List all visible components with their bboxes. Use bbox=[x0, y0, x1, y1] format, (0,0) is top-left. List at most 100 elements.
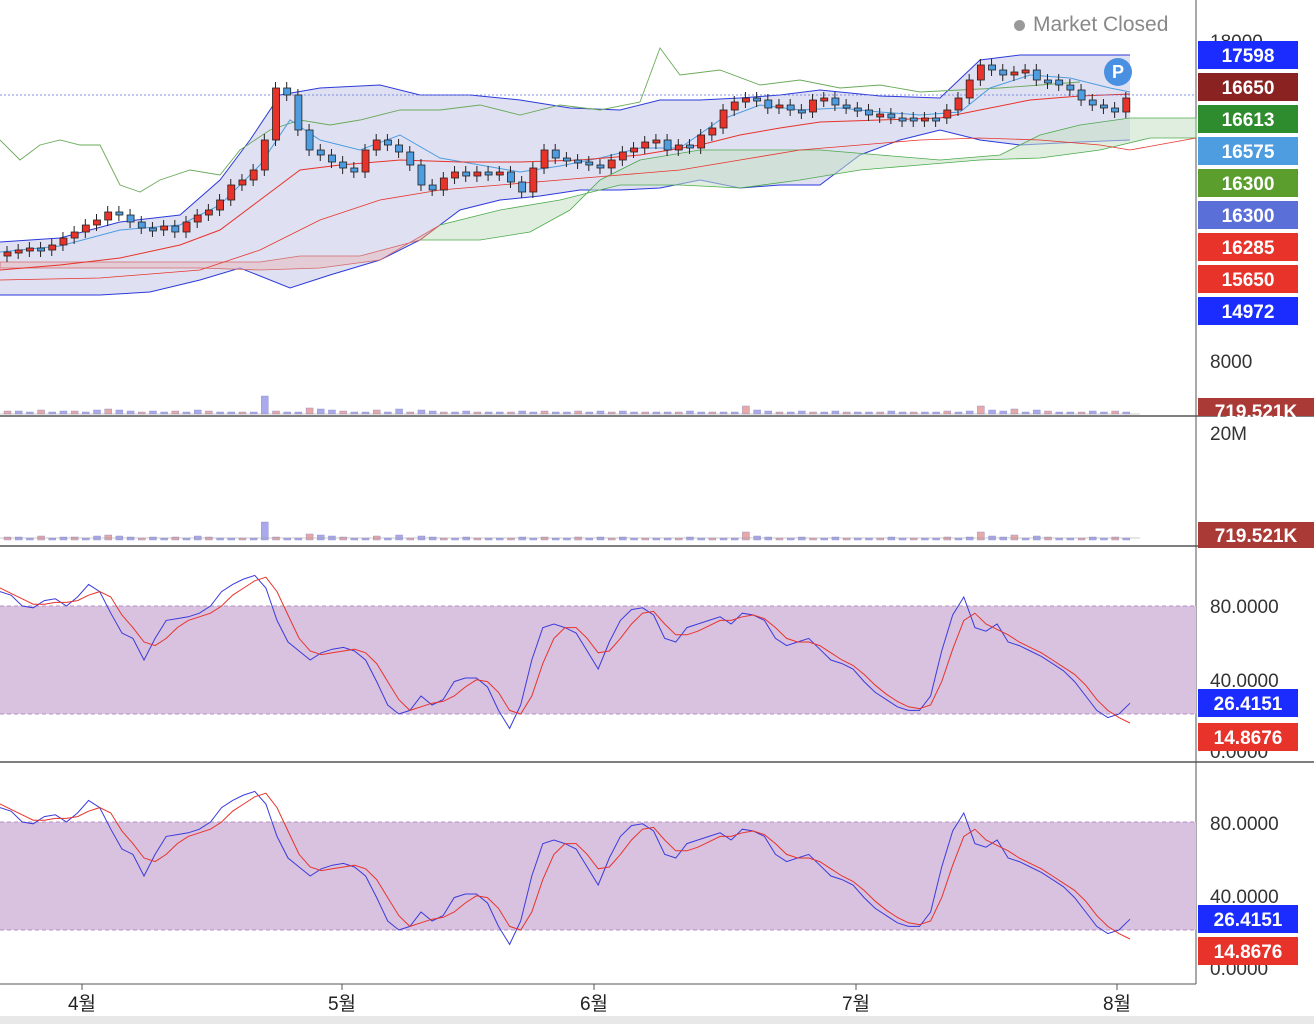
candle-body bbox=[853, 107, 862, 112]
volume-bar bbox=[619, 410, 627, 415]
price-tag-label-3: 16575 bbox=[1222, 142, 1275, 163]
candle-body bbox=[1021, 69, 1030, 74]
volume-panel-bar bbox=[205, 536, 213, 541]
volume-panel-bar bbox=[317, 534, 325, 541]
candle-body bbox=[428, 184, 437, 191]
volume-panel-bar bbox=[305, 533, 314, 541]
candle-body bbox=[1077, 89, 1086, 101]
candle-body bbox=[753, 97, 762, 102]
candle-body bbox=[451, 171, 459, 179]
candle-body bbox=[965, 79, 974, 99]
candle-body bbox=[439, 177, 448, 191]
candle-body bbox=[115, 211, 124, 216]
candle-body bbox=[518, 181, 527, 193]
volume-panel-bar bbox=[14, 536, 23, 541]
volume-bar bbox=[977, 405, 985, 415]
candle-body bbox=[809, 99, 817, 113]
candle-body bbox=[1122, 97, 1131, 113]
volume-bar bbox=[753, 409, 761, 415]
stoch-2-tag-label-0: 26.4151 bbox=[1214, 910, 1283, 931]
candle-body bbox=[876, 113, 885, 118]
status-dot-icon bbox=[1014, 19, 1025, 31]
volume-bar bbox=[943, 410, 952, 415]
candle-body bbox=[406, 151, 415, 166]
volume-bar bbox=[518, 410, 526, 415]
candle-body bbox=[260, 139, 269, 171]
volume-bar bbox=[887, 410, 896, 415]
volume-bar bbox=[1033, 409, 1041, 415]
candle-body bbox=[764, 99, 773, 109]
price-tick-8000: 8000 bbox=[1210, 352, 1252, 373]
volume-panel-bar bbox=[70, 536, 79, 541]
candle-body bbox=[775, 104, 784, 109]
volume-bar bbox=[104, 408, 112, 415]
candle-body bbox=[630, 147, 638, 153]
volume-bar bbox=[596, 410, 605, 415]
candle-body bbox=[204, 209, 213, 216]
volume-bar bbox=[428, 410, 437, 415]
volume-bar bbox=[965, 410, 974, 415]
stoch-1-tick-40: 40.0000 bbox=[1210, 671, 1279, 692]
volume-panel-bar bbox=[126, 536, 135, 541]
stock-chart[interactable]: 18000 8000 17598166501661316575163001630… bbox=[0, 0, 1314, 1024]
volume-panel-bar bbox=[104, 534, 112, 541]
volume-panel-bar bbox=[272, 536, 280, 541]
candle-body bbox=[193, 214, 202, 223]
volume-bar bbox=[373, 409, 381, 415]
volume-bar bbox=[70, 410, 79, 415]
candle-body bbox=[137, 221, 146, 229]
volume-panel-bar bbox=[965, 536, 974, 541]
candle-body bbox=[1111, 107, 1120, 113]
volume-panel-tag-label: 719.521K bbox=[1215, 526, 1298, 547]
candle-body bbox=[361, 149, 370, 173]
candle-body bbox=[1066, 84, 1075, 91]
market-status-label: Market Closed bbox=[1033, 13, 1169, 36]
candle-body bbox=[70, 231, 79, 239]
volume-bar bbox=[417, 409, 426, 415]
price-tag-label-1: 16650 bbox=[1222, 78, 1275, 99]
stoch-2-tick-40: 40.0000 bbox=[1210, 887, 1279, 908]
price-tag-label-4: 16300 bbox=[1222, 174, 1275, 195]
candle-body bbox=[283, 87, 292, 96]
candle-body bbox=[249, 169, 258, 181]
candle-body bbox=[182, 221, 191, 233]
volume-bar bbox=[59, 410, 68, 415]
volume-bar bbox=[149, 410, 157, 415]
price-tag-label-8: 14972 bbox=[1222, 302, 1275, 323]
volume-bar bbox=[339, 410, 347, 415]
volume-bar bbox=[831, 410, 840, 415]
p-badge-icon[interactable]: P bbox=[1104, 58, 1132, 86]
volume-bar bbox=[317, 408, 325, 415]
volume-panel-bar bbox=[395, 534, 403, 541]
volume-bar bbox=[193, 409, 202, 415]
volume-bar bbox=[395, 408, 403, 415]
volume-bar bbox=[305, 407, 314, 415]
candle-body bbox=[294, 94, 303, 131]
candle-body bbox=[641, 141, 650, 149]
volume-panel-bar bbox=[1044, 536, 1052, 541]
candle-body bbox=[495, 171, 504, 176]
candle-body bbox=[943, 109, 952, 119]
volume-panel-bar bbox=[339, 536, 347, 541]
candle-body bbox=[820, 97, 829, 102]
candle-body bbox=[831, 97, 840, 106]
candle-body bbox=[719, 109, 728, 129]
x-label-jul: 7월 bbox=[842, 993, 870, 1015]
candle-body bbox=[171, 225, 180, 233]
candle-body bbox=[104, 211, 113, 221]
candle-body bbox=[160, 225, 169, 231]
price-tag-label-0: 17598 bbox=[1222, 46, 1275, 67]
volume-panel-bar bbox=[1111, 536, 1119, 541]
candle-body bbox=[686, 144, 694, 149]
candle-body bbox=[1055, 79, 1064, 86]
bottom-strip bbox=[0, 1016, 1314, 1024]
candle-body bbox=[1010, 71, 1019, 76]
volume-bar bbox=[3, 410, 12, 415]
candle-body bbox=[25, 247, 34, 252]
candle-body bbox=[305, 129, 314, 151]
volume-panel-bar bbox=[619, 536, 627, 541]
stoch-band-1 bbox=[0, 606, 1196, 714]
candle-body bbox=[865, 109, 873, 116]
price-tag-label-6: 16285 bbox=[1222, 238, 1275, 259]
price-tag-label-7: 15650 bbox=[1222, 270, 1275, 291]
